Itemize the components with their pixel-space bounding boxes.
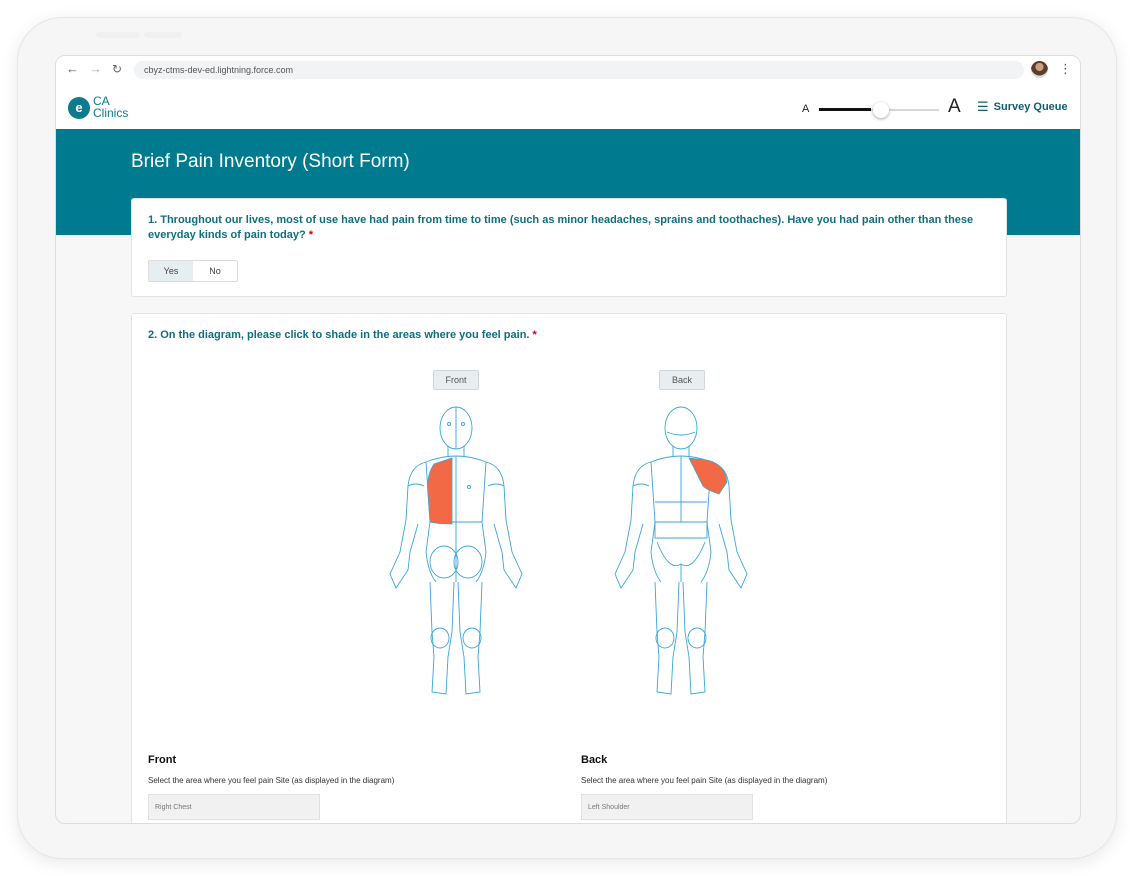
frame-notch	[144, 32, 182, 38]
app-header: e CA Clinics A A ☰ Survey Queue	[56, 84, 1080, 129]
browser-toolbar: ← → ↻ cbyz-ctms-dev-ed.lightning.force.c…	[56, 56, 1080, 85]
front-pain-site-select[interactable]: Right Chest	[148, 794, 320, 820]
font-size-large-label: A	[948, 96, 961, 117]
survey-queue-button[interactable]: ☰ Survey Queue	[977, 99, 1068, 115]
logo-icon: e	[68, 97, 90, 119]
question-1-label: 1. Throughout our lives, most of use hav…	[148, 214, 974, 241]
logo-line-2: Clinics	[93, 106, 129, 120]
front-helper-text: Select the area where you feel pain Site…	[148, 776, 395, 785]
question-1-text: 1. Throughout our lives, most of use hav…	[148, 213, 978, 243]
back-body-diagram[interactable]	[611, 402, 751, 702]
browser-window: ← → ↻ cbyz-ctms-dev-ed.lightning.force.c…	[55, 55, 1081, 824]
front-heading: Front	[148, 754, 177, 766]
back-arrow-icon[interactable]: ←	[66, 61, 79, 77]
question-2-card: 2. On the diagram, please click to shade…	[131, 313, 1007, 823]
yes-no-toggle: Yes No	[148, 260, 238, 282]
list-icon: ☰	[977, 99, 989, 114]
slider-fill	[819, 108, 871, 111]
font-size-small-label: A	[802, 103, 810, 115]
slider-thumb[interactable]	[873, 102, 889, 118]
forward-arrow-icon[interactable]: →	[89, 61, 102, 77]
logo-text: CA Clinics	[93, 95, 128, 119]
back-pain-site-select[interactable]: Left Shoulder	[581, 794, 753, 820]
back-helper-text: Select the area where you feel pain Site…	[581, 776, 828, 785]
required-marker: *	[308, 229, 314, 241]
front-view-tab[interactable]: Front	[433, 370, 479, 390]
reload-icon[interactable]: ↻	[112, 61, 122, 77]
back-view-tab[interactable]: Back	[659, 370, 705, 390]
font-size-slider[interactable]	[819, 102, 939, 118]
back-heading: Back	[581, 754, 608, 766]
profile-avatar[interactable]	[1031, 61, 1048, 78]
question-1-card: 1. Throughout our lives, most of use hav…	[131, 198, 1007, 297]
address-bar[interactable]: cbyz-ctms-dev-ed.lightning.force.com	[134, 61, 1024, 79]
yes-option[interactable]: Yes	[149, 261, 193, 281]
page-title: Brief Pain Inventory (Short Form)	[131, 151, 410, 172]
frame-notch	[96, 32, 140, 38]
required-marker: *	[532, 329, 537, 341]
left-shoulder-shaded-area[interactable]	[688, 457, 728, 495]
right-chest-shaded-area[interactable]	[427, 457, 453, 525]
kebab-icon[interactable]: ⋮	[1059, 61, 1072, 77]
question-2-text: 2. On the diagram, please click to shade…	[148, 328, 978, 343]
front-body-diagram[interactable]	[386, 402, 526, 702]
no-option[interactable]: No	[193, 261, 237, 281]
question-2-label: 2. On the diagram, please click to shade…	[148, 329, 530, 341]
survey-queue-label: Survey Queue	[993, 101, 1068, 113]
head-region[interactable]	[664, 406, 698, 450]
